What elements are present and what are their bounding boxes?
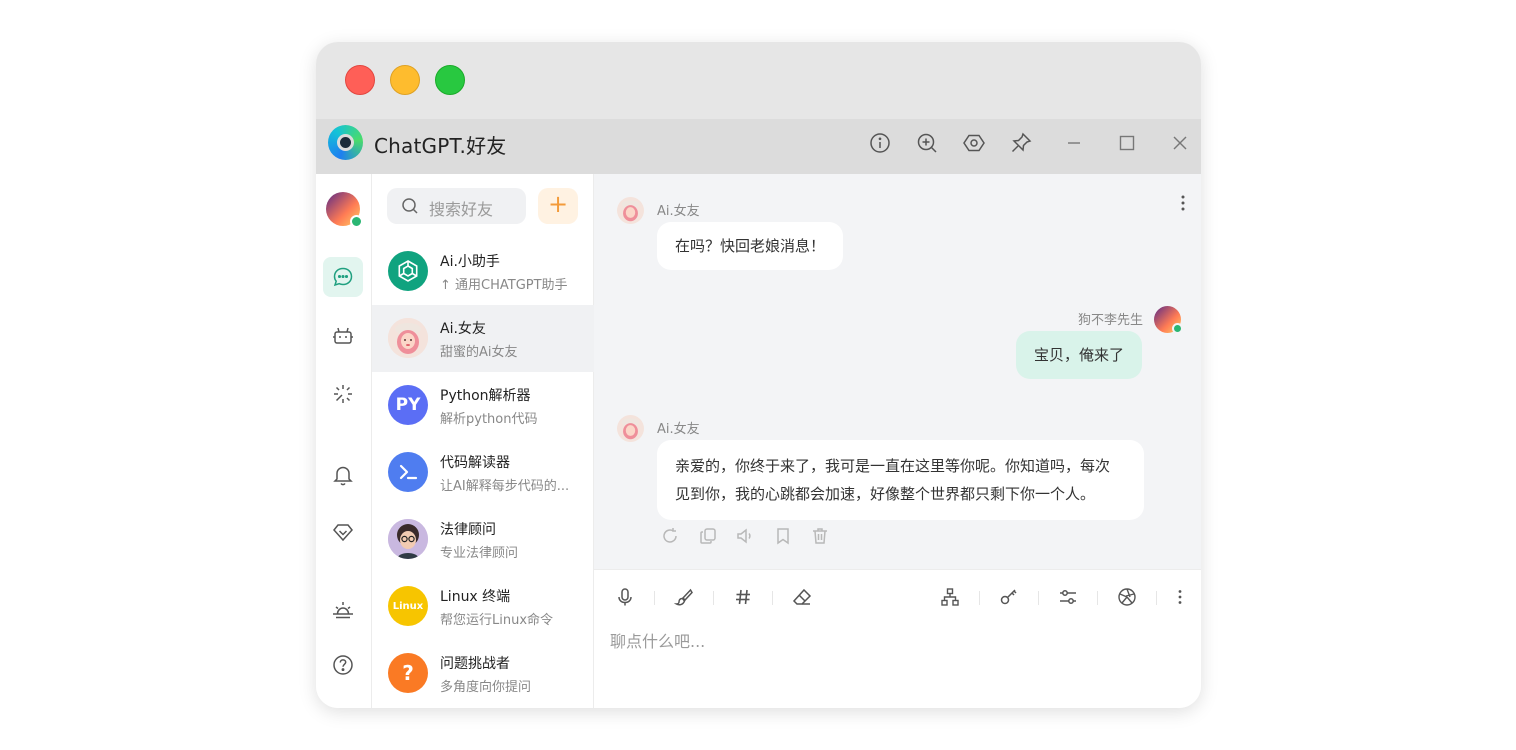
composer: 聊点什么吧...	[594, 569, 1201, 708]
sparkle-icon[interactable]	[323, 374, 363, 414]
close-icon[interactable]	[1169, 132, 1191, 154]
left-rail	[316, 174, 372, 708]
contact-item-challenger[interactable]: ? 问题挑战者 多角度向你提问	[372, 640, 594, 707]
more-icon[interactable]	[1170, 587, 1190, 607]
linux-avatar: Linux	[388, 586, 428, 626]
chat-area: Ai.女友 在吗？快回老娘消息！ 狗不李先生 宝贝，俺来了 Ai.女友 亲爱的，…	[594, 174, 1201, 569]
openai-avatar-icon	[388, 251, 428, 291]
app-logo	[328, 125, 363, 160]
bookmark-icon[interactable]	[773, 526, 793, 546]
bell-icon[interactable]	[323, 455, 363, 495]
minimize-icon[interactable]	[1063, 132, 1085, 154]
contact-item-legal[interactable]: 法律顾问 专业法律顾问	[372, 506, 594, 573]
contact-desc: 帮您运行Linux命令	[440, 613, 554, 628]
title-bar: ChatGPT.好友	[316, 119, 1201, 174]
python-avatar: PY	[388, 385, 428, 425]
maximize-icon[interactable]	[1116, 132, 1138, 154]
app-window: ChatGPT.好友 搜索好友 + Ai.小助手 ↑ 通用CHATGPT助手 A…	[316, 42, 1201, 708]
contact-desc: 解析python代码	[440, 412, 538, 427]
message-input[interactable]: 聊点什么吧...	[610, 628, 705, 652]
contact-item-python[interactable]: PY Python解析器 解析python代码	[372, 372, 594, 439]
divider	[772, 591, 773, 605]
contact-name: Linux 终端	[440, 589, 511, 605]
zoom-window-button[interactable]	[435, 65, 465, 95]
brush-icon[interactable]	[674, 587, 694, 607]
girlfriend-avatar	[617, 415, 644, 442]
message-bubble: 亲爱的，你终于来了，我可是一直在这里等你呢。你知道吗，每次 见到你，我的心跳都会…	[657, 440, 1144, 520]
diamond-icon[interactable]	[323, 512, 363, 552]
verified-badge	[1172, 323, 1183, 334]
settings-hex-icon[interactable]	[963, 132, 985, 154]
sender-name: Ai.女友	[657, 204, 700, 219]
contact-item-assistant[interactable]: Ai.小助手 ↑ 通用CHATGPT助手	[372, 238, 594, 305]
add-friend-button[interactable]: +	[538, 188, 578, 224]
message-text: 亲爱的，你终于来了，我可是一直在这里等你呢。你知道吗，每次	[675, 457, 1111, 475]
message-bubble-self: 宝贝，俺来了	[1015, 331, 1142, 379]
trash-icon[interactable]	[810, 526, 830, 546]
user-avatar	[1154, 306, 1183, 334]
hash-icon[interactable]	[733, 587, 753, 607]
contact-name: Python解析器	[440, 388, 531, 404]
girlfriend-avatar	[617, 197, 644, 224]
contact-desc: 多角度向你提问	[440, 680, 532, 695]
divider	[979, 591, 980, 605]
close-window-button[interactable]	[345, 65, 375, 95]
contact-name: Ai.女友	[440, 321, 486, 337]
user-avatar[interactable]	[326, 192, 363, 228]
search-icon	[401, 197, 419, 215]
info-icon[interactable]	[869, 132, 891, 154]
verified-badge	[350, 215, 363, 228]
mic-icon[interactable]	[615, 587, 635, 607]
contact-name: 问题挑战者	[440, 656, 510, 672]
search-placeholder: 搜索好友	[429, 200, 494, 219]
window-chrome	[316, 42, 1201, 119]
contact-item-girlfriend[interactable]: Ai.女友 甜蜜的Ai女友	[372, 305, 594, 372]
speaker-icon[interactable]	[735, 526, 755, 546]
divider	[713, 591, 714, 605]
copy-icon[interactable]	[698, 526, 718, 546]
pin-icon[interactable]	[1010, 132, 1032, 154]
aperture-icon[interactable]	[1117, 587, 1137, 607]
key-icon[interactable]	[999, 587, 1019, 607]
search-input[interactable]: 搜索好友	[387, 188, 526, 224]
divider	[654, 591, 655, 605]
contact-desc: 让AI解释每步代码的...	[440, 479, 570, 494]
sunrise-icon[interactable]	[323, 590, 363, 630]
contact-item-linux[interactable]: Linux Linux 终端 帮您运行Linux命令	[372, 573, 594, 640]
network-icon[interactable]	[940, 587, 960, 607]
minimize-window-button[interactable]	[390, 65, 420, 95]
contact-desc: 专业法律顾问	[440, 546, 519, 561]
message-bubble: 在吗？快回老娘消息！	[657, 222, 844, 270]
contact-name: 代码解读器	[440, 455, 510, 471]
divider	[1097, 591, 1098, 605]
contact-name: 法律顾问	[440, 522, 496, 538]
question-avatar: ?	[388, 653, 428, 693]
chat-icon[interactable]	[323, 257, 363, 297]
message-text: 在吗？快回老娘消息！	[675, 237, 826, 255]
terminal-avatar-icon	[388, 452, 428, 492]
contact-desc: ↑ 通用CHATGPT助手	[440, 278, 568, 293]
app-title: ChatGPT.好友	[374, 134, 507, 158]
message-text: 宝贝，俺来了	[1033, 346, 1124, 364]
message-text: 见到你，我的心跳都会加速，好像整个世界都只剩下你一个人。	[675, 485, 1096, 503]
zoom-in-icon[interactable]	[916, 132, 938, 154]
girlfriend-avatar	[388, 318, 428, 358]
more-vertical-icon[interactable]	[1175, 192, 1191, 214]
sender-name: 狗不李先生	[1077, 313, 1143, 328]
regenerate-icon[interactable]	[660, 526, 680, 546]
contact-list: 搜索好友 + Ai.小助手 ↑ 通用CHATGPT助手 Ai.女友 甜蜜的Ai女…	[372, 174, 594, 708]
lawyer-avatar	[388, 519, 428, 559]
divider	[1156, 591, 1157, 605]
contact-desc: 甜蜜的Ai女友	[440, 345, 518, 360]
sliders-icon[interactable]	[1058, 587, 1078, 607]
contact-name: Ai.小助手	[440, 254, 500, 270]
robot-icon[interactable]	[323, 316, 363, 356]
sender-name: Ai.女友	[657, 422, 700, 437]
eraser-icon[interactable]	[792, 587, 812, 607]
divider	[1038, 591, 1039, 605]
help-icon[interactable]	[323, 645, 363, 685]
contact-item-code-reader[interactable]: 代码解读器 让AI解释每步代码的...	[372, 439, 594, 506]
